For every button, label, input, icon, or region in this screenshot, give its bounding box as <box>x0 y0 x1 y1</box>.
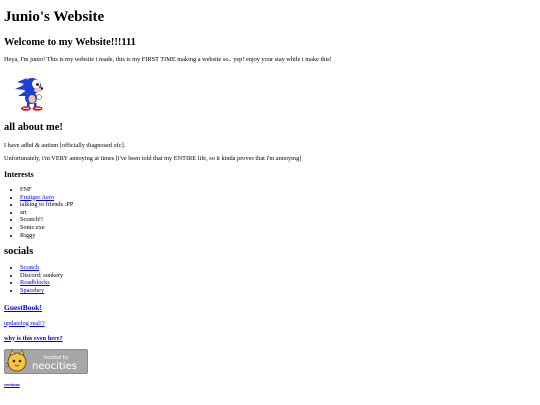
about-line-2: Unfortunately, i'm VERY annoying at time… <box>4 155 302 162</box>
page-content: Junio's Website Welcome to my Website!!!… <box>4 0 534 388</box>
updatelog-link[interactable]: updatelog real!? <box>4 320 534 328</box>
list-item[interactable]: Scratch <box>20 264 534 272</box>
about-line-1: I have adhd & autism [officially diagnos… <box>4 142 126 149</box>
why-link[interactable]: why is this even here? <box>4 335 534 343</box>
site-title: Junio's Website <box>4 9 105 25</box>
list-item: Scratch!! <box>20 216 534 224</box>
list-item: Sonic.exe <box>20 224 534 232</box>
versions-link[interactable]: versions <box>4 382 534 388</box>
list-item: talking to friends :PP <box>20 201 534 209</box>
spacehey-link[interactable]: Spacehey <box>20 287 44 294</box>
roadblocks-link[interactable]: Roadblocks <box>20 279 50 286</box>
list-item[interactable]: Frutiger Aero <box>20 194 534 202</box>
neocities-badge[interactable]: hosted by neocities <box>4 348 88 374</box>
guestbook-link[interactable]: GuestBook! <box>4 303 534 312</box>
list-item: Discord: sunkery <box>20 272 534 280</box>
badge-line-2: neocities <box>32 361 77 372</box>
neocities-badge-image: hosted by neocities <box>4 348 88 374</box>
sonic-sprite-image <box>15 78 44 111</box>
list-item: FNF <box>20 186 534 194</box>
frutiger-aero-link[interactable]: Frutiger Aero <box>20 194 54 201</box>
list-item: art <box>20 209 534 217</box>
list-item: Riggy <box>20 232 534 240</box>
interests-heading: Interests <box>4 170 34 179</box>
list-item[interactable]: Roadblocks <box>20 279 534 287</box>
interests-list: FNF Frutiger Aero talking to friends :PP… <box>4 186 534 239</box>
list-item[interactable]: Spacehey <box>20 287 534 295</box>
socials-heading: socials <box>4 246 34 258</box>
scratch-link[interactable]: Scratch <box>20 264 39 271</box>
welcome-heading: Welcome to my Website!!!111 <box>4 37 136 48</box>
intro-text: Heya, I'm junio! This is my website i ma… <box>4 56 332 63</box>
socials-list: Scratch Discord: sunkery Roadblocks Spac… <box>4 264 534 294</box>
about-heading: all about me! <box>4 122 63 133</box>
